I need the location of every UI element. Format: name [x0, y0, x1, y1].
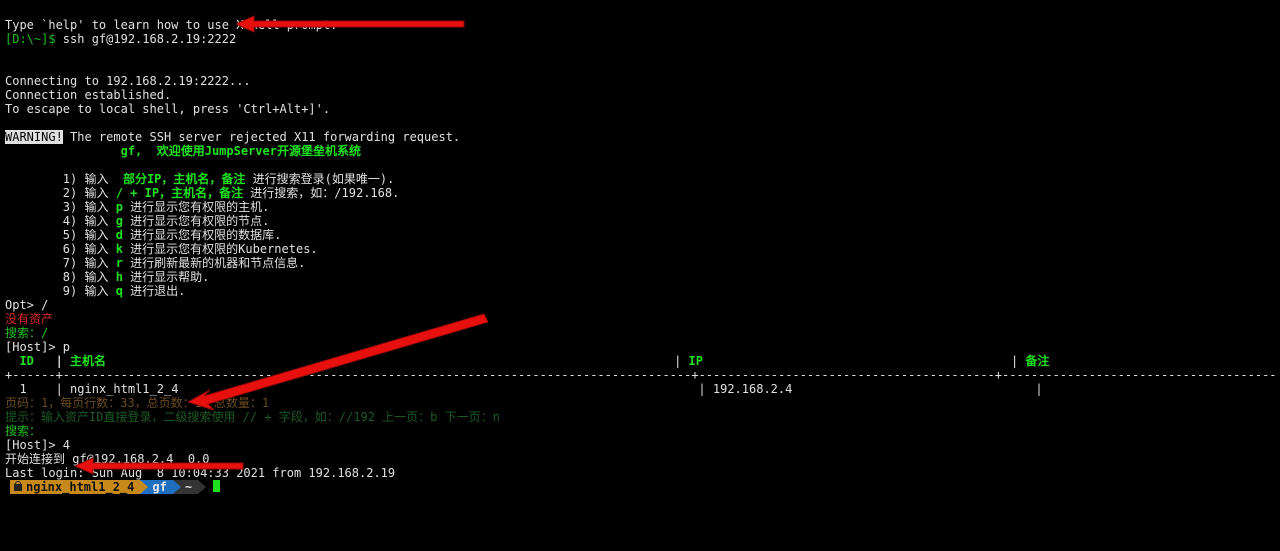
start-connect: 开始连接到 gf@192.168.2.4 0.0: [5, 452, 210, 466]
hint-line: 提示：输入资产ID直接登录，二级搜索使用 // + 字段，如：//192 上一页…: [5, 410, 500, 424]
menu-item-8: 8) 输入 h 进行显示帮助.: [63, 270, 210, 284]
welcome-banner: gf, 欢迎使用JumpServer开源堡垒机系统: [121, 144, 361, 158]
menu-item-2: 2) 输入 / + IP，主机名，备注 进行搜索，如：/192.168.: [63, 186, 400, 200]
menu-item-7: 7) 输入 r 进行刷新最新的机器和节点信息.: [63, 256, 306, 270]
prompt-host-seg: nginx_html1_2_4: [10, 480, 140, 494]
page-info: 页码：1，每页行数：33，总页数：1，总数量：1: [5, 396, 269, 410]
menu-item-6: 6) 输入 k 进行显示您有权限的Kubernetes.: [63, 242, 318, 256]
terminal[interactable]: Type `help' to learn how to use Xshell p…: [0, 0, 1280, 508]
cursor: [213, 480, 220, 492]
prompt-user-seg: gf: [148, 480, 172, 494]
established-line: Connection established.: [5, 88, 171, 102]
search-line-1: 搜索：/: [5, 326, 48, 340]
menu-item-9: 9) 输入 q 进行退出.: [63, 284, 186, 298]
prompt-dir-seg: ~: [181, 480, 198, 494]
row-ip: | 192.168.2.4: [698, 382, 792, 396]
host-prompt-2: [Host]> 4: [5, 438, 70, 452]
help-line: Type `help' to learn how to use Xshell p…: [5, 18, 337, 32]
row-bar: |: [1035, 382, 1042, 396]
search-line-2: 搜索：: [5, 424, 41, 438]
table-header: ID | 主机名: [5, 354, 106, 368]
warning-label: WARNING!: [5, 130, 63, 144]
table-divider: +------+--------------------------------…: [5, 368, 1275, 382]
menu-item-1: 1) 输入 部分IP，主机名，备注 进行搜索登录(如果唯一).: [63, 172, 395, 186]
hdr-ip: | IP: [674, 354, 703, 368]
host-prompt-1: [Host]> p: [5, 340, 70, 354]
ssh-command: ssh gf@192.168.2.19:2222: [56, 32, 237, 46]
lock-icon: [14, 484, 22, 491]
chevron-right-icon: [173, 480, 181, 494]
menu-item-4: 4) 输入 g 进行显示您有权限的节点.: [63, 214, 270, 228]
chevron-right-icon: [198, 480, 206, 494]
last-login: Last login: Sun Aug 8 10:04:33 2021 from…: [5, 466, 395, 480]
warning-msg: The remote SSH server rejected X11 forwa…: [63, 130, 460, 144]
escape-line: To escape to local shell, press 'Ctrl+Al…: [5, 102, 330, 116]
menu-item-3: 3) 输入 p 进行显示您有权限的主机.: [63, 200, 270, 214]
table-row[interactable]: 1 | nginx_html1_2_4: [5, 382, 178, 396]
shell-prompt-bar[interactable]: nginx_html1_2_4 gf ~: [5, 480, 1275, 494]
local-prompt: [D:\~]$: [5, 32, 56, 46]
opt-prompt: Opt> /: [5, 298, 48, 312]
menu-item-5: 5) 输入 d 进行显示您有权限的数据库.: [63, 228, 282, 242]
hdr-note: | 备注: [1011, 354, 1049, 368]
chevron-right-icon: [140, 480, 148, 494]
connecting-line: Connecting to 192.168.2.19:2222...: [5, 74, 251, 88]
no-asset-msg: 没有资产: [5, 312, 53, 326]
